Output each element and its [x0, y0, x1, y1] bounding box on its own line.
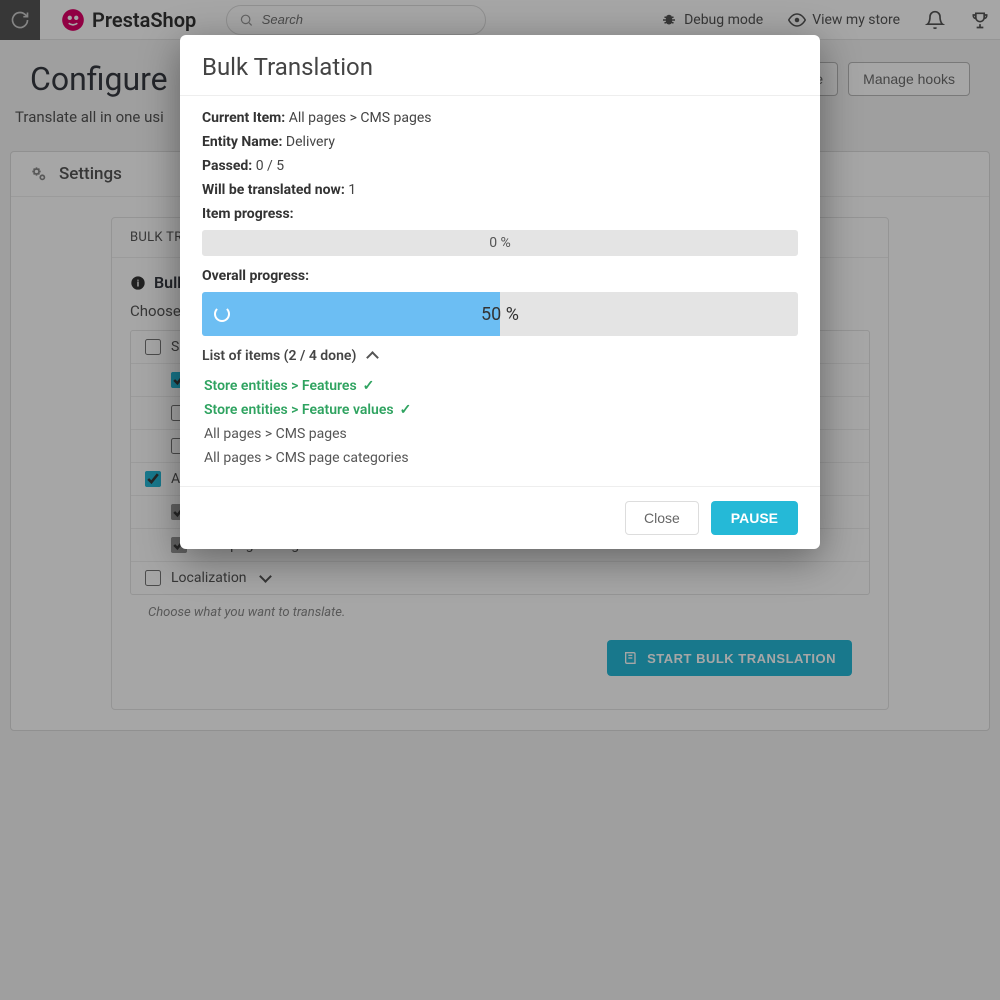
entity-name-line: Entity Name: Delivery: [202, 134, 798, 150]
will-translate-value: 1: [348, 182, 356, 198]
will-translate-line: Will be translated now: 1: [202, 182, 798, 198]
list-item: Store entities > Features✓: [202, 374, 798, 398]
modal-title: Bulk Translation: [202, 53, 798, 81]
will-translate-label: Will be translated now:: [202, 182, 345, 198]
passed-line: Passed: 0 / 5: [202, 158, 798, 174]
list-toggle[interactable]: List of items (2 / 4 done): [202, 348, 798, 364]
items-list: Store entities > Features✓Store entities…: [202, 372, 798, 480]
spinner-icon: [214, 306, 230, 322]
passed-value: 0 / 5: [256, 158, 284, 174]
check-icon: ✓: [400, 402, 412, 418]
overall-progress-text: 50 %: [481, 304, 519, 325]
item-progress-label: Item progress:: [202, 206, 294, 222]
pause-button[interactable]: PAUSE: [711, 501, 798, 535]
chevron-up-icon: [364, 348, 377, 364]
check-icon: ✓: [363, 378, 375, 394]
close-button[interactable]: Close: [625, 501, 699, 535]
bulk-translation-modal: Bulk Translation Current Item: All pages…: [180, 35, 820, 549]
entity-name-label: Entity Name:: [202, 134, 282, 150]
item-progress-bar: 0 %: [202, 230, 798, 256]
list-item: Store entities > Feature values✓: [202, 398, 798, 422]
entity-name-value: Delivery: [286, 134, 335, 150]
passed-label: Passed:: [202, 158, 252, 174]
overall-progress-bar: 50 %: [202, 292, 798, 336]
current-item-label: Current Item:: [202, 110, 285, 126]
item-progress-text: 0 %: [489, 235, 511, 251]
list-item: All pages > CMS page categories: [202, 446, 798, 470]
list-item: All pages > CMS pages: [202, 422, 798, 446]
current-item-value: All pages > CMS pages: [289, 110, 432, 126]
overall-progress-label: Overall progress:: [202, 268, 309, 284]
modal-overlay[interactable]: Bulk Translation Current Item: All pages…: [0, 0, 1000, 1000]
current-item-line: Current Item: All pages > CMS pages: [202, 110, 798, 126]
list-toggle-label: List of items (2 / 4 done): [202, 348, 356, 364]
